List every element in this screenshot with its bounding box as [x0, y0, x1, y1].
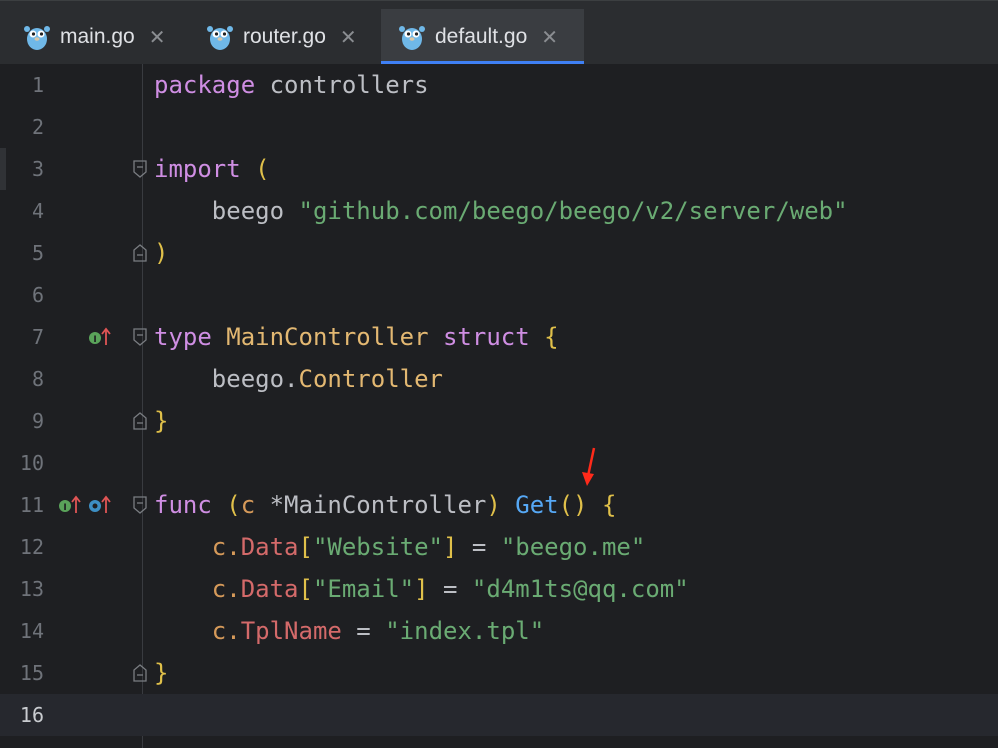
code-line[interactable]: 3 import (	[0, 148, 998, 190]
code-line[interactable]: 7 I type MainController struct {	[0, 316, 998, 358]
gopher-icon	[24, 23, 50, 51]
gopher-icon	[207, 23, 233, 51]
line-number: 7	[31, 325, 44, 349]
fold-icon[interactable]	[133, 328, 147, 346]
line-number: 4	[31, 199, 44, 223]
implements-icon[interactable]	[88, 495, 112, 519]
code-text: }	[154, 659, 169, 687]
line-number: 13	[19, 577, 44, 601]
line-number: 5	[31, 241, 44, 265]
code-line[interactable]: 11 I func (c *MainController) Get() {	[0, 484, 998, 526]
line-number: 9	[31, 409, 44, 433]
code-text: )	[154, 239, 169, 267]
code-text: beego.Controller	[154, 365, 443, 393]
code-line[interactable]: 4 beego "github.com/beego/beego/v2/serve…	[0, 190, 998, 232]
code-line[interactable]: 8 beego.Controller	[0, 358, 998, 400]
current-code-line[interactable]: 16	[0, 694, 998, 736]
fold-icon[interactable]	[133, 244, 147, 262]
code-line[interactable]: 9 }	[0, 400, 998, 442]
close-icon[interactable]: ✕	[149, 25, 166, 49]
line-number: 16	[19, 703, 44, 727]
line-number: 6	[31, 283, 44, 307]
code-text: type MainController struct {	[154, 323, 559, 351]
code-text: }	[154, 407, 169, 435]
line-number: 15	[19, 661, 44, 685]
tab-main-go[interactable]: main.go ✕	[24, 9, 165, 65]
line-number: 10	[19, 451, 44, 475]
line-number: 12	[19, 535, 44, 559]
fold-icon[interactable]	[133, 496, 147, 514]
svg-text:I: I	[93, 335, 96, 345]
code-text: beego "github.com/beego/beego/v2/server/…	[154, 197, 848, 225]
code-text: c.TplName = "index.tpl"	[154, 617, 545, 645]
tab-label: main.go	[60, 25, 135, 48]
close-icon[interactable]: ✕	[340, 25, 357, 49]
code-line[interactable]: 14 c.TplName = "index.tpl"	[0, 610, 998, 652]
tab-router-go[interactable]: router.go ✕	[207, 9, 357, 65]
fold-icon[interactable]	[133, 412, 147, 430]
tab-label: default.go	[435, 25, 528, 48]
line-number: 3	[31, 157, 44, 181]
code-text: func (c *MainController) Get() {	[154, 491, 617, 519]
code-editor[interactable]: 1 package controllers 2 3 import ( 4 bee…	[0, 64, 998, 748]
editor-tab-bar: main.go ✕ router.go ✕ default.go ✕	[0, 0, 998, 65]
close-icon[interactable]: ✕	[541, 25, 558, 49]
code-line[interactable]: 1 package controllers	[0, 64, 998, 106]
code-text: c.Data["Website"] = "beego.me"	[154, 533, 646, 561]
code-line[interactable]: 6	[0, 274, 998, 316]
code-text: package controllers	[154, 71, 429, 99]
tab-label: router.go	[243, 25, 326, 48]
line-number: 14	[19, 619, 44, 643]
code-line[interactable]: 12 c.Data["Website"] = "beego.me"	[0, 526, 998, 568]
line-number: 8	[31, 367, 44, 391]
code-line[interactable]: 5 )	[0, 232, 998, 274]
svg-text:I: I	[63, 503, 66, 513]
line-number: 1	[31, 73, 44, 97]
gopher-icon	[399, 23, 425, 51]
implemented-icon[interactable]: I	[58, 495, 82, 519]
fold-icon[interactable]	[133, 664, 147, 682]
code-line[interactable]: 15 }	[0, 652, 998, 694]
code-text: c.Data["Email"] = "d4m1ts@qq.com"	[154, 575, 689, 603]
code-line[interactable]: 10	[0, 442, 998, 486]
fold-icon[interactable]	[133, 160, 147, 178]
implemented-icon[interactable]: I	[88, 327, 112, 351]
code-line[interactable]: 13 c.Data["Email"] = "d4m1ts@qq.com"	[0, 568, 998, 610]
line-number: 11	[19, 493, 44, 517]
tab-default-go[interactable]: default.go ✕	[381, 9, 584, 65]
code-line[interactable]: 2	[0, 106, 998, 148]
code-text: import (	[154, 155, 270, 183]
line-number: 2	[31, 115, 44, 139]
